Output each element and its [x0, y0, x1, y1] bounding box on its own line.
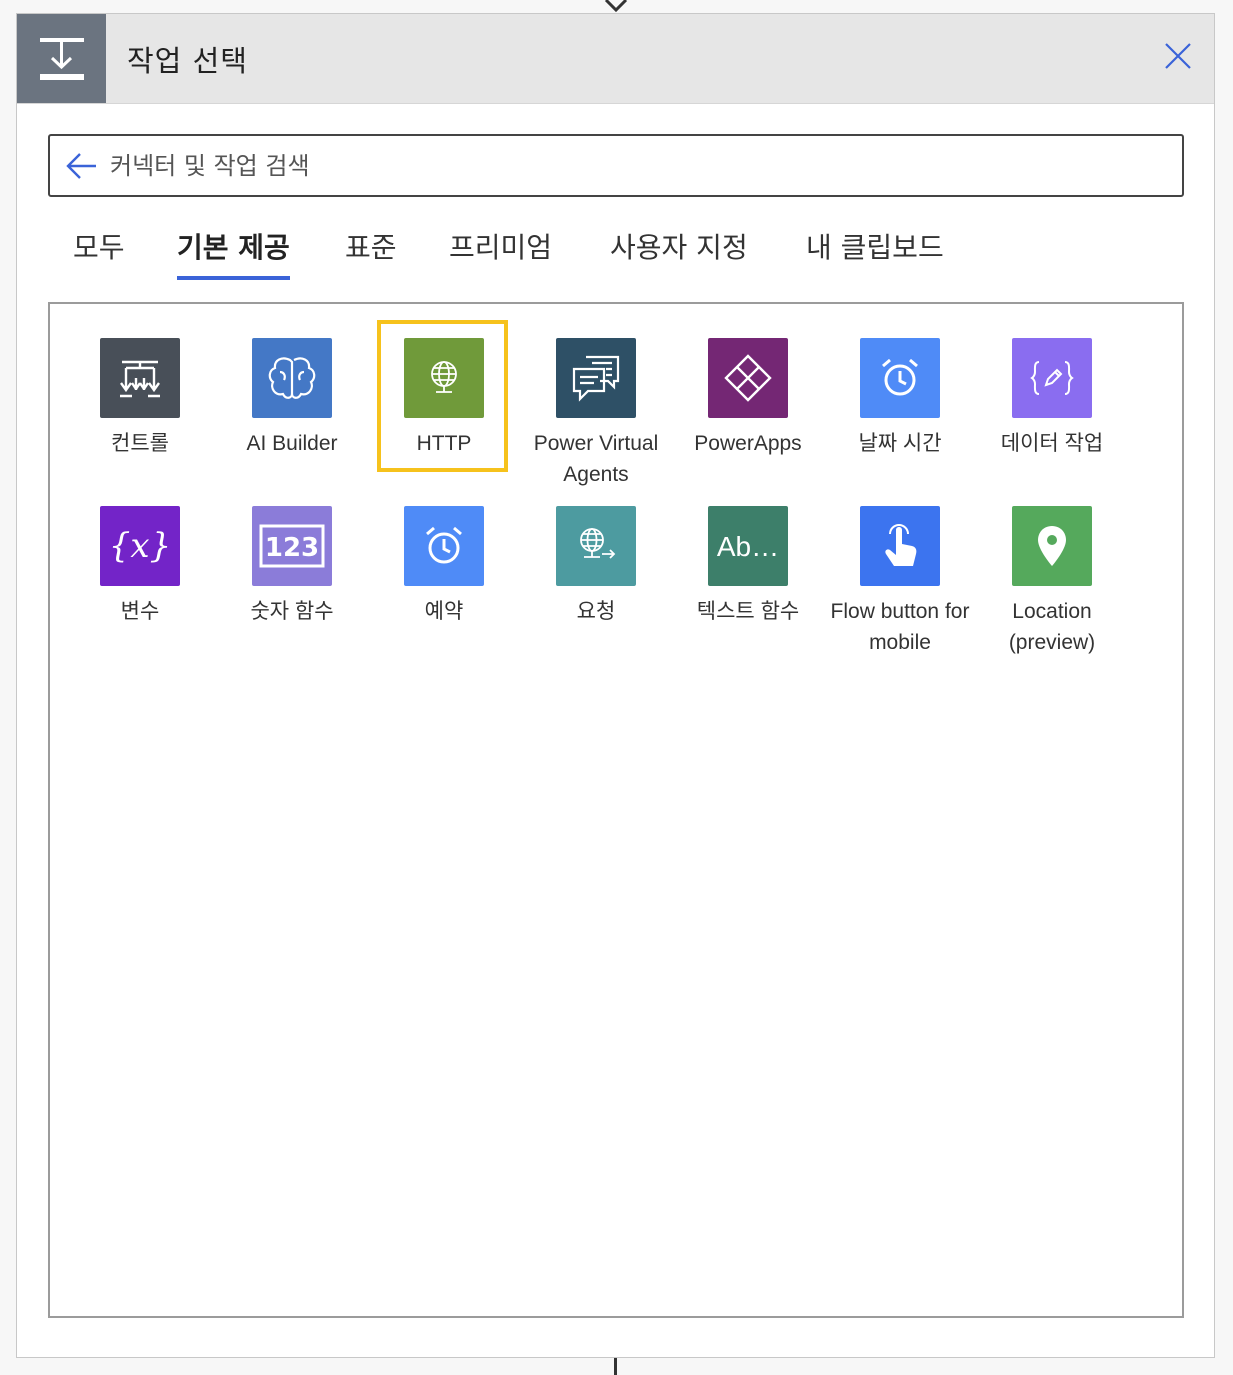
- connector-date-time[interactable]: 날짜 시간: [824, 338, 976, 459]
- globe-icon: [404, 338, 484, 418]
- tab-my-clipboard[interactable]: 내 클립보드: [806, 226, 944, 280]
- alarm-clock-icon: [404, 506, 484, 586]
- connector-power-virtual-agents[interactable]: Power Virtual Agents: [520, 338, 672, 490]
- connector-flow-button-mobile[interactable]: Flow button for mobile: [824, 506, 976, 658]
- connector-number-functions[interactable]: 123 숫자 함수: [216, 506, 368, 627]
- curly-braces-edit-icon: [1012, 338, 1092, 418]
- connector-data-operations[interactable]: 데이터 작업: [976, 338, 1128, 459]
- connector-powerapps[interactable]: PowerApps: [672, 338, 824, 459]
- connector-label: Flow button for mobile: [830, 600, 970, 654]
- connector-label: Location (preview): [1008, 600, 1096, 654]
- connector-label: Power Virtual Agents: [533, 432, 659, 486]
- tab-standard[interactable]: 표준: [345, 226, 397, 280]
- connector-variables[interactable]: {x} 변수: [64, 506, 216, 627]
- tab-custom[interactable]: 사용자 지정: [610, 226, 748, 280]
- brain-icon: [252, 338, 332, 418]
- connector-request[interactable]: 요청: [520, 506, 672, 627]
- connector-grid: 컨트롤 AI Builder HTTP Power Virtual Agents…: [48, 302, 1184, 1318]
- tab-premium[interactable]: 프리미엄: [449, 226, 552, 280]
- back-arrow-icon[interactable]: [64, 150, 98, 182]
- svg-text:123: 123: [265, 533, 319, 563]
- tab-built-in[interactable]: 기본 제공: [177, 226, 290, 280]
- flow-connector-line: [614, 1358, 617, 1375]
- close-button[interactable]: [1160, 38, 1196, 74]
- connector-label: HTTP: [416, 432, 472, 455]
- globe-request-icon: [556, 506, 636, 586]
- connector-label: 날짜 시간: [858, 432, 942, 455]
- connector-label: 예약: [424, 600, 464, 623]
- card-header: 작업 선택: [17, 14, 1214, 104]
- search-input[interactable]: [108, 144, 1162, 188]
- connector-label: PowerApps: [694, 432, 802, 455]
- svg-text:Ab…: Ab…: [717, 531, 779, 562]
- page-title: 작업 선택: [127, 44, 248, 78]
- search-box: [48, 134, 1184, 197]
- connector-label: 텍스트 함수: [696, 600, 800, 623]
- map-pin-icon: [1012, 506, 1092, 586]
- connector-http[interactable]: HTTP: [368, 338, 520, 459]
- connector-label: 숫자 함수: [250, 600, 334, 623]
- connector-text-functions[interactable]: Ab… 텍스트 함수: [672, 506, 824, 627]
- number-123-icon: 123: [252, 506, 332, 586]
- variable-icon: {x}: [100, 506, 180, 586]
- connector-label: AI Builder: [246, 432, 338, 455]
- connector-control[interactable]: 컨트롤: [64, 338, 216, 459]
- connector-location[interactable]: Location (preview): [976, 506, 1128, 658]
- action-icon: [17, 14, 106, 103]
- flow-connector-arrow-icon: [604, 0, 628, 13]
- connector-label: 요청: [576, 600, 616, 623]
- alarm-clock-icon: [860, 338, 940, 418]
- connector-label: 변수: [120, 600, 160, 623]
- connector-ai-builder[interactable]: AI Builder: [216, 338, 368, 459]
- chat-bubbles-icon: [556, 338, 636, 418]
- close-icon: [1165, 43, 1191, 69]
- text-ab-icon: Ab…: [708, 506, 788, 586]
- touch-hand-icon: [860, 506, 940, 586]
- control-icon: [100, 338, 180, 418]
- svg-text:{x}: {x}: [110, 526, 170, 566]
- powerapps-icon: [708, 338, 788, 418]
- choose-action-card: 작업 선택 모두 기본 제공 표준 프리미엄 사용자 지정 내 클립보드 컨트롤: [16, 13, 1215, 1358]
- connector-schedule[interactable]: 예약: [368, 506, 520, 627]
- tab-all[interactable]: 모두: [73, 226, 125, 280]
- connector-label: 데이터 작업: [1000, 432, 1104, 455]
- connector-label: 컨트롤: [111, 432, 169, 455]
